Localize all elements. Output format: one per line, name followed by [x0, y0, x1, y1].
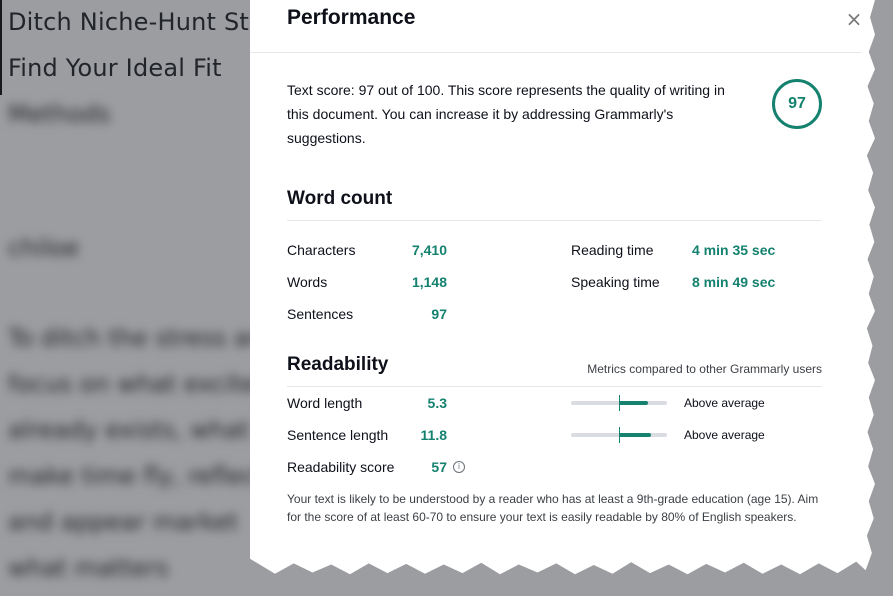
sentences-label: Sentences	[287, 306, 354, 322]
close-icon[interactable]: ×	[845, 9, 863, 29]
readability-note: Your text is likely to be understood by …	[287, 492, 819, 524]
words-label: Words	[287, 274, 328, 290]
score-ring: 97	[772, 79, 822, 129]
word-count-divider	[287, 220, 822, 221]
sentences-value: 97	[431, 306, 447, 322]
speaking-time-value: 8 min 49 sec	[692, 274, 776, 290]
reading-time-value: 4 min 35 sec	[692, 242, 776, 258]
word-length-bar	[571, 395, 667, 411]
word-length-status: Above average	[684, 396, 765, 410]
modal-title: Performance	[287, 6, 416, 29]
sentence-length-status: Above average	[684, 428, 765, 442]
reading-time-label: Reading time	[571, 242, 654, 258]
words-value: 1,148	[411, 274, 447, 290]
header-divider	[250, 52, 862, 53]
sentence-length-bar-fill	[619, 433, 651, 437]
readability-title: Readability	[287, 354, 389, 375]
sentence-length-bar-marker	[619, 427, 620, 443]
word-length-bar-fill	[619, 401, 648, 405]
score-value: 97	[788, 95, 806, 112]
score-description: Text score: 97 out of 100. This score re…	[287, 82, 725, 146]
characters-value: 7,410	[411, 242, 447, 258]
word-length-label: Word length	[287, 395, 363, 411]
word-count-title: Word count	[287, 188, 393, 209]
speaking-time-label: Speaking time	[571, 274, 660, 290]
word-length-bar-marker	[619, 395, 620, 411]
readability-score-label: Readability score	[287, 459, 395, 475]
readability-divider	[287, 386, 822, 387]
sentence-length-bar	[571, 427, 667, 443]
word-length-value: 5.3	[427, 395, 447, 411]
info-icon[interactable]: i	[453, 461, 465, 473]
sentence-length-value: 11.8	[420, 427, 447, 443]
performance-modal: Performance × Text score: 97 out of 100.…	[250, 0, 875, 575]
characters-label: Characters	[287, 242, 356, 258]
readability-score-value: 57	[431, 459, 447, 475]
sentence-length-label: Sentence length	[287, 427, 389, 443]
compare-note: Metrics compared to other Grammarly user…	[587, 362, 822, 376]
